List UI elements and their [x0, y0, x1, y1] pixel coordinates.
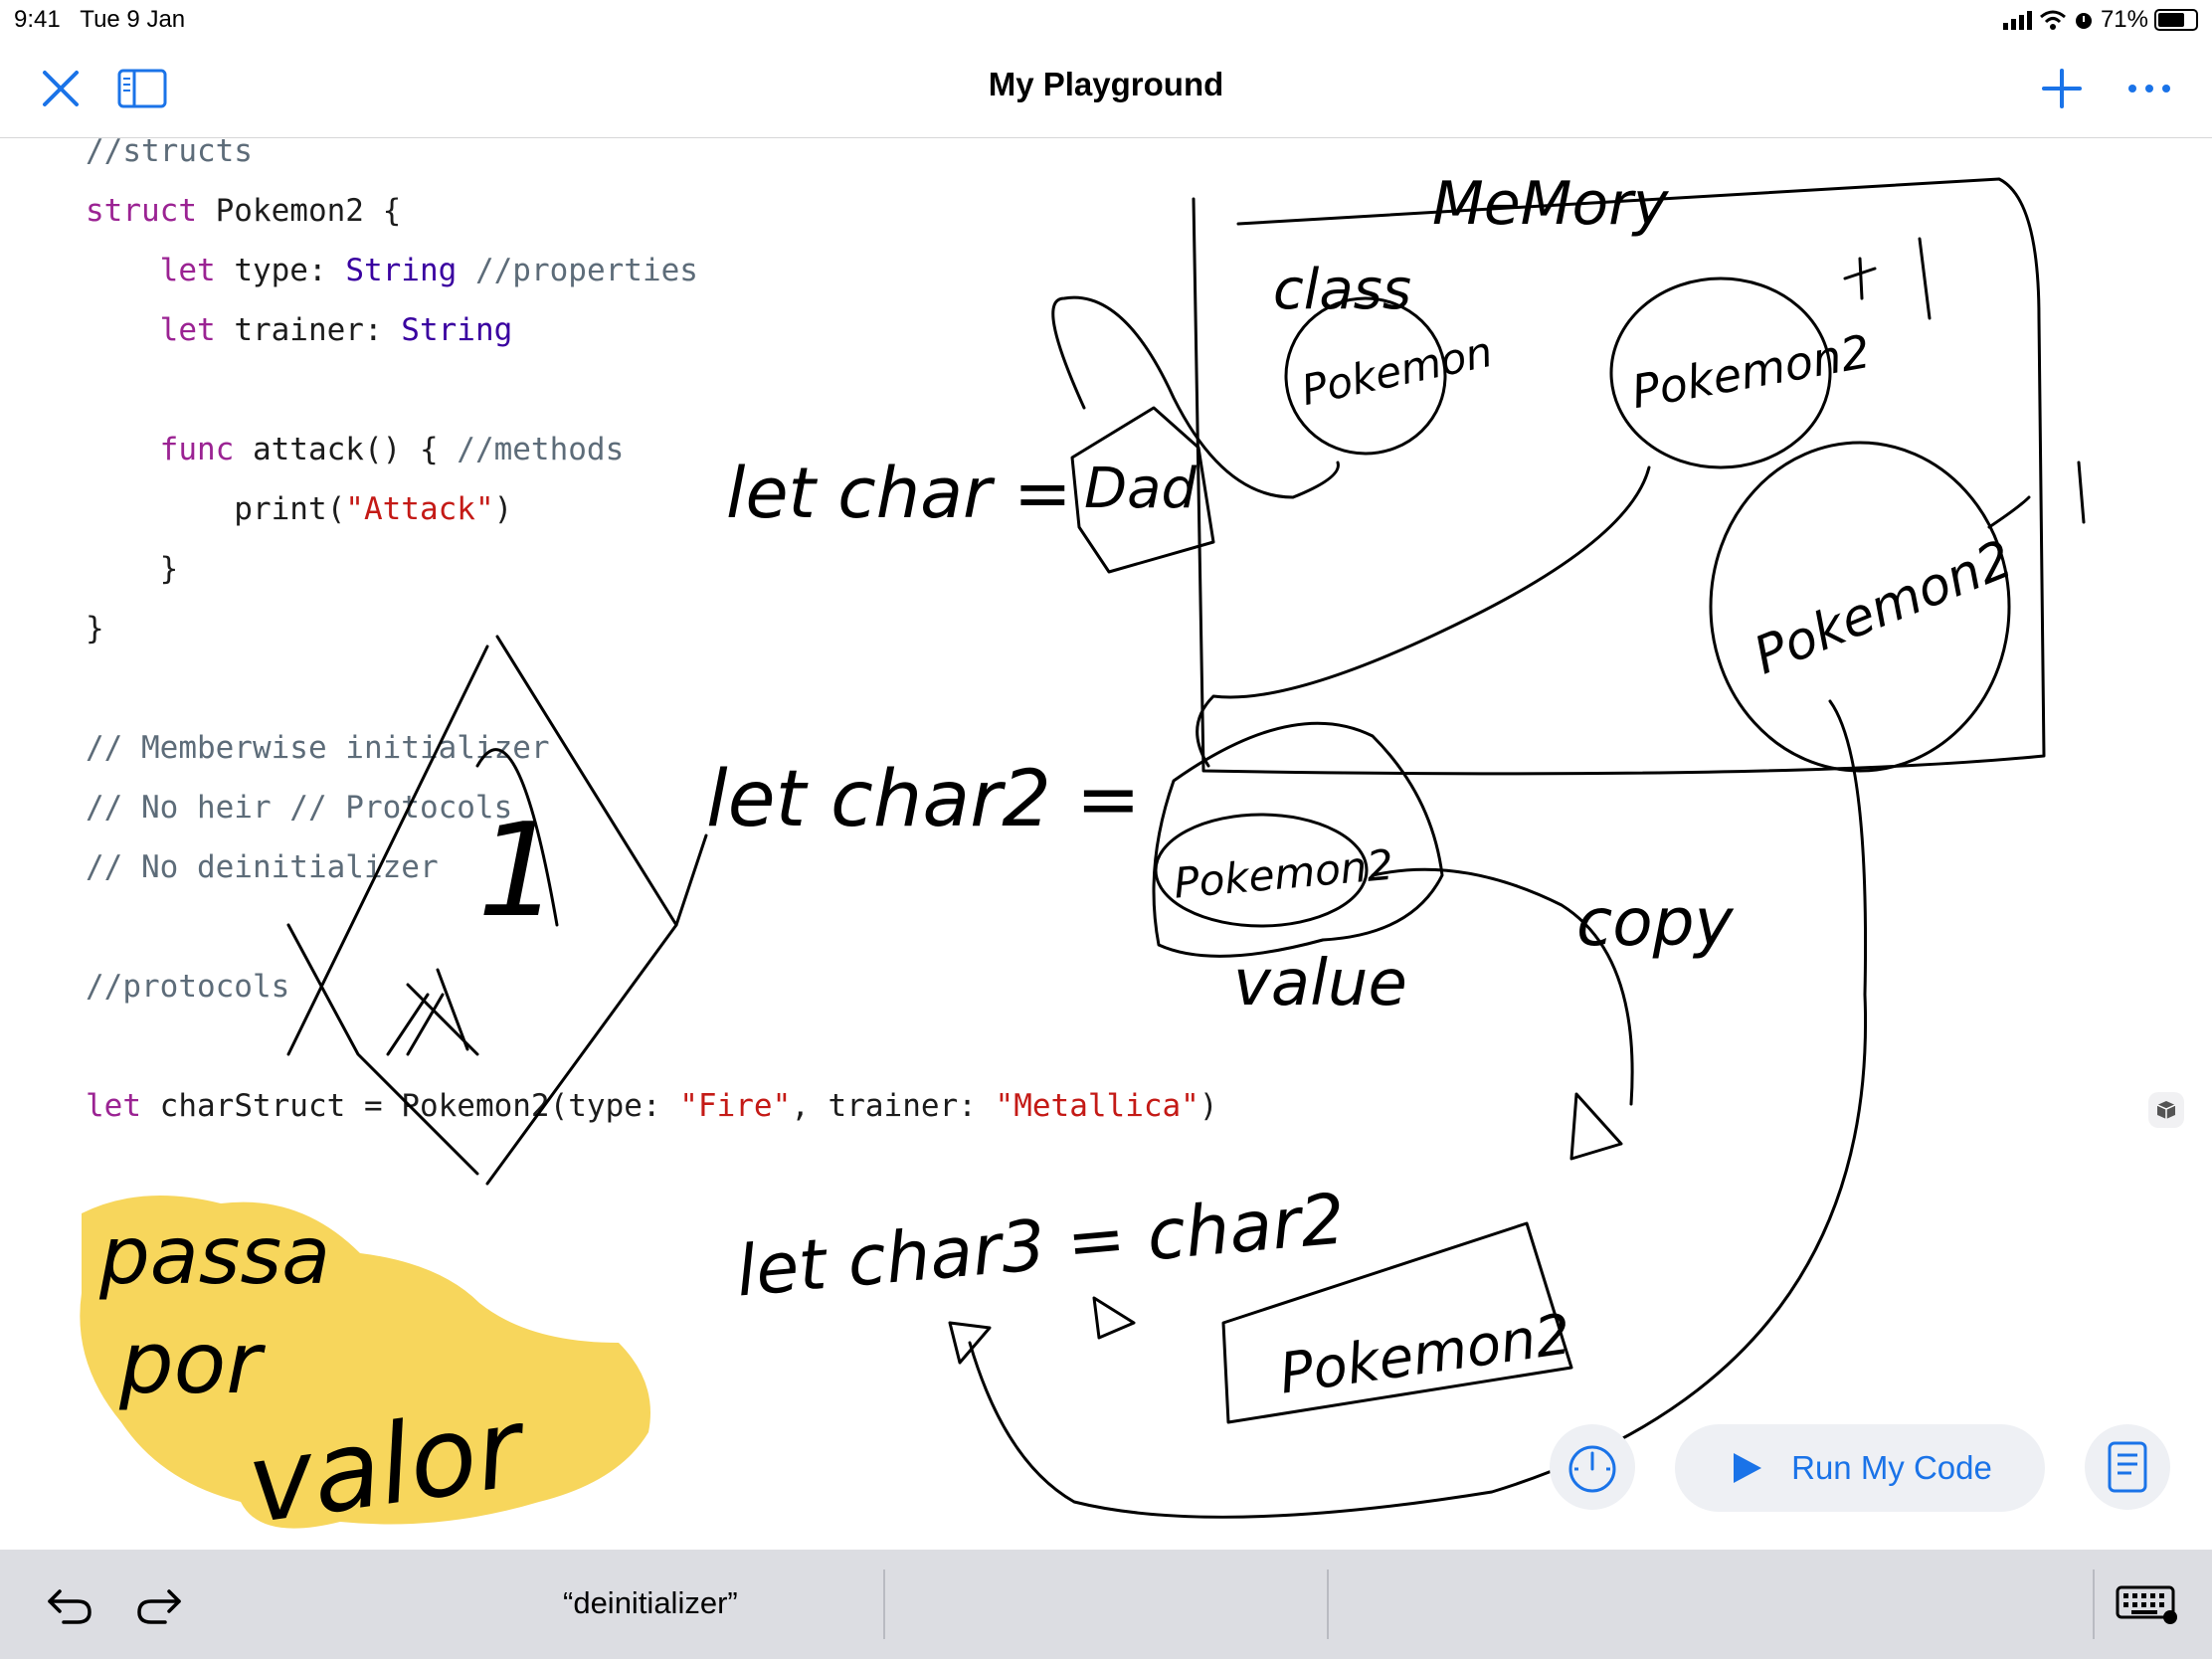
- code-line: // Memberwise initializer: [86, 730, 550, 766]
- handwritten-pokemon-value: Pokemon2: [1172, 840, 1395, 908]
- keyword-token: struct: [86, 193, 197, 229]
- alarm-icon: [2075, 13, 2092, 29]
- run-my-code-button[interactable]: Run My Code: [1675, 1424, 2045, 1512]
- code-line: let trainer: String: [159, 312, 513, 348]
- handwritten-value: value: [1233, 947, 1407, 1020]
- step-through-button[interactable]: [1550, 1424, 1635, 1510]
- redo-button[interactable]: [131, 1577, 187, 1633]
- divider: [2093, 1569, 2095, 1639]
- battery-icon: [2154, 9, 2198, 31]
- divider: [1327, 1569, 1329, 1639]
- battery-percent: 71%: [2100, 6, 2148, 33]
- highlighter-mark: [80, 1196, 651, 1529]
- code-line: // No deinitializer: [86, 849, 439, 885]
- handwritten-class: class: [1273, 258, 1411, 322]
- play-icon: [1734, 1453, 1762, 1483]
- code-line: struct Pokemon2 {: [86, 193, 402, 229]
- handwritten-copy: copy: [1576, 884, 1735, 961]
- plus-icon: [2042, 69, 2082, 108]
- handwritten-pokemon-a: Pokemon: [1297, 327, 1496, 415]
- code-line: //structs: [86, 133, 253, 169]
- code-line: }: [86, 611, 104, 646]
- handwritten-let-char3: let char3 = char2: [733, 1178, 1348, 1312]
- shortcut-bar: “deinitializer”: [0, 1550, 2212, 1659]
- keyboard-icon: [2116, 1585, 2177, 1624]
- signal-icon: [2002, 11, 2032, 30]
- code-line: //protocols: [86, 969, 290, 1005]
- autocomplete-suggestion[interactable]: “deinitializer”: [563, 1585, 738, 1621]
- handwritten-dad: Dad: [1084, 457, 1197, 521]
- undo-button[interactable]: [42, 1577, 97, 1633]
- handwritten-let-char2: let char2 =: [706, 755, 1141, 844]
- cube-icon: [2156, 1101, 2176, 1119]
- handwritten-pokemon-c: Pokemon2: [1746, 529, 2020, 686]
- wifi-icon: [2039, 10, 2066, 30]
- status-bar: 9:41 Tue 9 Jan 71%: [0, 0, 2212, 40]
- code-line: let charStruct = Pokemon2(type: "Fire", …: [86, 1088, 1218, 1124]
- handwritten-pokemon-b: Pokemon2: [1628, 324, 1875, 419]
- results-button[interactable]: [2085, 1424, 2170, 1510]
- handwritten-pokemon-copy: Pokemon2: [1276, 1302, 1575, 1406]
- code-line: // No heir // Protocols: [86, 790, 513, 826]
- speedometer-icon: [1568, 1445, 1616, 1493]
- code-line: func attack() { //methods: [159, 432, 625, 467]
- divider: [883, 1569, 885, 1639]
- module-button[interactable]: [2148, 1092, 2184, 1128]
- code-line: let type: String //properties: [159, 253, 698, 288]
- status-time-date: 9:41 Tue 9 Jan: [14, 6, 185, 34]
- redo-icon: [137, 1589, 181, 1624]
- status-date: Tue 9 Jan: [80, 6, 186, 33]
- run-my-code-label: Run My Code: [1791, 1449, 1992, 1486]
- ellipsis-icon: [2128, 85, 2170, 92]
- handwritten-let-char: let char =: [726, 453, 1072, 534]
- code-line: print("Attack"): [86, 491, 513, 527]
- status-indicators: 71%: [2002, 6, 2198, 34]
- nav-bar: My Playground: [0, 40, 2212, 138]
- page-title: My Playground: [988, 66, 1224, 102]
- keyboard-dismiss-button[interactable]: [2113, 1577, 2182, 1633]
- code-line: }: [86, 551, 179, 587]
- undo-icon: [48, 1589, 92, 1624]
- document-icon: [2108, 1441, 2147, 1493]
- more-button[interactable]: [2124, 64, 2174, 113]
- add-button[interactable]: [2037, 64, 2087, 113]
- handwritten-memory: MeMory: [1432, 169, 1670, 239]
- status-time: 9:41: [14, 6, 61, 33]
